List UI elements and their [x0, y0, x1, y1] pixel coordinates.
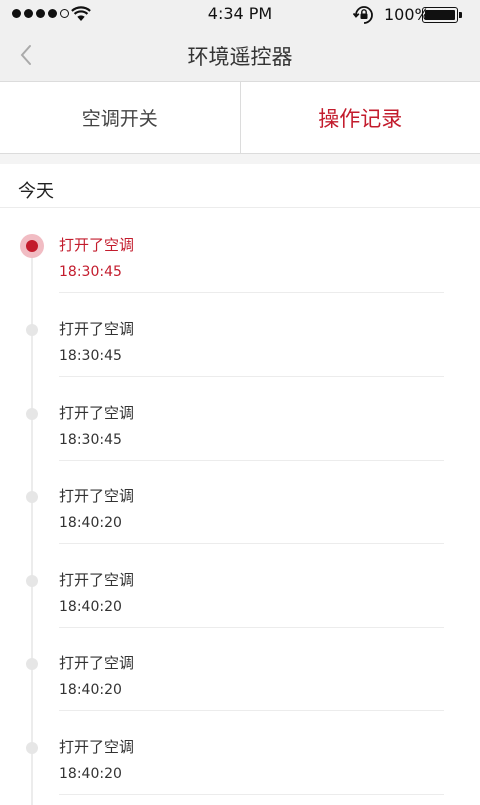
record-time: 18:40:20	[59, 599, 122, 615]
timeline-record: 打开了空调 18:30:45	[0, 209, 480, 293]
record-time: 18:40:20	[59, 682, 122, 698]
timeline-marker	[26, 408, 38, 420]
record-time: 18:30:45	[59, 264, 122, 280]
timeline-marker	[26, 575, 38, 587]
timeline-record: 打开了空调 18:30:45	[0, 293, 480, 377]
record-action: 打开了空调	[59, 318, 134, 339]
timeline-marker-active	[20, 234, 44, 258]
timeline-marker	[26, 324, 38, 336]
timeline-marker	[26, 658, 38, 670]
timeline-marker	[26, 742, 38, 754]
status-bar: 4:34 PM 100%	[0, 0, 480, 28]
section-title: 今天	[18, 177, 54, 203]
record-action: 打开了空调	[59, 402, 134, 423]
record-action: 打开了空调	[59, 569, 134, 590]
timeline-record: 打开了空调 18:40:20	[0, 460, 480, 544]
timeline-record: 打开了空调 18:40:20	[0, 544, 480, 628]
timeline-record: 打开了空调 18:40:20	[0, 711, 480, 795]
battery-icon	[422, 7, 462, 23]
record-time: 18:40:20	[59, 515, 122, 531]
record-time: 18:30:45	[59, 348, 122, 364]
nav-bar: 环境遥控器	[0, 28, 480, 82]
timeline-record: 打开了空调 18:40:20	[0, 627, 480, 711]
date-section-header: 今天	[0, 164, 480, 208]
record-time: 18:30:45	[59, 432, 122, 448]
record-action: 打开了空调	[59, 736, 134, 757]
timeline-marker	[26, 491, 38, 503]
operation-timeline: 打开了空调 18:30:45 打开了空调 18:30:45 打开了空调 18:3…	[0, 209, 480, 800]
tab-ac-switch[interactable]: 空调开关	[0, 82, 240, 153]
page-title: 环境遥控器	[0, 41, 480, 71]
record-action: 打开了空调	[59, 485, 134, 506]
record-action: 打开了空调	[59, 652, 134, 673]
record-time: 18:40:20	[59, 766, 122, 782]
record-divider	[59, 794, 444, 795]
timeline-record: 打开了空调 18:30:45	[0, 377, 480, 461]
section-separator	[0, 154, 480, 164]
tab-bar: 空调开关 操作记录	[0, 82, 480, 154]
tab-operation-log[interactable]: 操作记录	[240, 82, 480, 153]
record-action: 打开了空调	[59, 234, 134, 255]
rotation-lock-icon	[353, 5, 375, 29]
